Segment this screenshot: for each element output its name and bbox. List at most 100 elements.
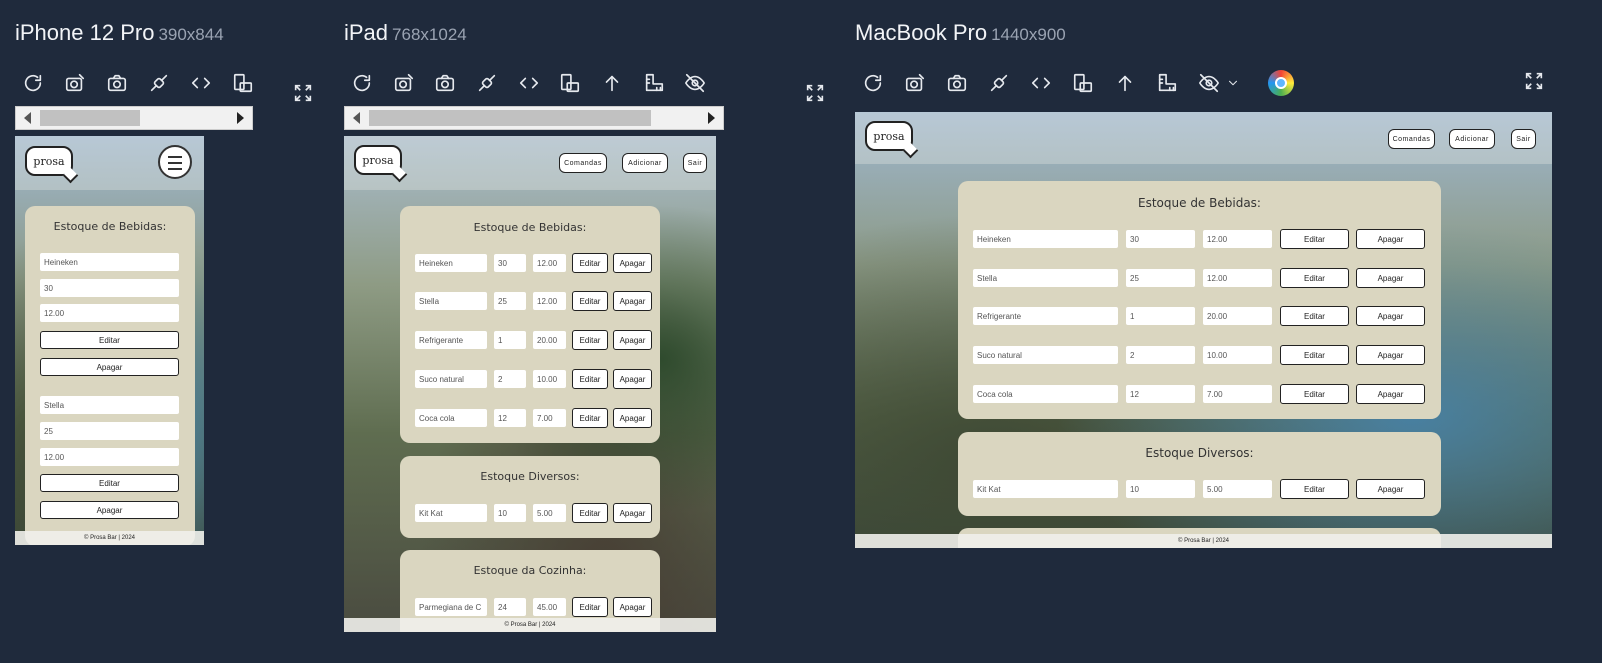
item-qty-field[interactable]: 1 (494, 331, 526, 349)
item-price-field[interactable]: 10.00 (533, 370, 566, 388)
item-name-field[interactable]: Heineken (415, 254, 487, 272)
item-qty-field[interactable]: 25 (40, 422, 179, 440)
chrome-icon[interactable] (1268, 70, 1294, 96)
edit-button[interactable]: Editar (1280, 306, 1349, 326)
screenshot-edit-icon[interactable] (62, 70, 88, 96)
refresh-icon[interactable] (349, 70, 375, 96)
code-icon[interactable] (516, 70, 542, 96)
edit-button[interactable]: Editar (572, 330, 608, 350)
eye-off-icon[interactable] (1196, 70, 1222, 96)
item-price-field[interactable]: 12.00 (1203, 269, 1272, 287)
delete-button[interactable]: Apagar (1356, 479, 1425, 499)
item-name-field[interactable]: Stella (415, 292, 487, 310)
delete-button[interactable]: Apagar (1356, 384, 1425, 404)
expand-icon[interactable] (292, 82, 316, 106)
item-name-field[interactable]: Heineken (973, 230, 1118, 248)
prosa-logo[interactable]: prosa (865, 121, 913, 151)
nav-adicionar-button[interactable]: Adicionar (622, 153, 668, 173)
item-price-field[interactable]: 5.00 (1203, 480, 1272, 498)
refresh-icon[interactable] (20, 70, 46, 96)
delete-button[interactable]: Apagar (40, 358, 179, 376)
item-qty-field[interactable]: 12 (1126, 385, 1195, 403)
edit-button[interactable]: Editar (572, 408, 608, 428)
item-name-field[interactable]: Stella (973, 269, 1118, 287)
code-icon[interactable] (188, 70, 214, 96)
edit-button[interactable]: Editar (1280, 229, 1349, 249)
refresh-icon[interactable] (860, 70, 886, 96)
item-price-field[interactable]: 12.00 (533, 254, 566, 272)
delete-button[interactable]: Apagar (1356, 306, 1425, 326)
item-name-field[interactable]: Stella (40, 396, 179, 414)
plug-icon[interactable] (146, 70, 172, 96)
ruler-icon[interactable] (641, 70, 667, 96)
edit-button[interactable]: Editar (40, 331, 179, 349)
scroll-left-icon[interactable] (24, 112, 31, 124)
item-name-field[interactable]: Suco natural (973, 346, 1118, 364)
scroll-right-icon[interactable] (708, 112, 715, 124)
delete-button[interactable]: Apagar (613, 408, 652, 428)
delete-button[interactable]: Apagar (1356, 268, 1425, 288)
item-qty-field[interactable]: 24 (494, 598, 526, 616)
rotate-device-icon[interactable] (557, 70, 583, 96)
upload-arrow-icon[interactable] (1112, 70, 1138, 96)
plug-icon[interactable] (986, 70, 1012, 96)
item-qty-field[interactable]: 25 (1126, 269, 1195, 287)
edit-button[interactable]: Editar (572, 291, 608, 311)
item-qty-field[interactable]: 2 (1126, 346, 1195, 364)
edit-button[interactable]: Editar (1280, 345, 1349, 365)
item-name-field[interactable]: Parmegiana de C (415, 598, 487, 616)
item-qty-field[interactable]: 1 (1126, 307, 1195, 325)
item-price-field[interactable]: 20.00 (1203, 307, 1272, 325)
item-qty-field[interactable]: 30 (494, 254, 526, 272)
scroll-right-icon[interactable] (237, 112, 244, 124)
nav-adicionar-button[interactable]: Adicionar (1449, 129, 1495, 149)
scroll-thumb[interactable] (40, 110, 140, 126)
delete-button[interactable]: Apagar (613, 503, 652, 523)
delete-button[interactable]: Apagar (1356, 229, 1425, 249)
eye-off-icon[interactable] (682, 70, 708, 96)
item-price-field[interactable]: 7.00 (1203, 385, 1272, 403)
prosa-logo[interactable]: prosa (354, 145, 402, 175)
delete-button[interactable]: Apagar (613, 597, 652, 617)
prosa-logo[interactable]: prosa (25, 146, 73, 176)
item-qty-field[interactable]: 12 (494, 409, 526, 427)
item-price-field[interactable]: 7.00 (533, 409, 566, 427)
edit-button[interactable]: Editar (1280, 384, 1349, 404)
code-icon[interactable] (1028, 70, 1054, 96)
delete-button[interactable]: Apagar (613, 291, 652, 311)
chevron-down-icon[interactable] (1226, 70, 1240, 96)
edit-button[interactable]: Editar (1280, 479, 1349, 499)
horizontal-scrollbar[interactable] (15, 106, 253, 130)
item-price-field[interactable]: 5.00 (533, 504, 566, 522)
nav-sair-button[interactable]: Sair (1511, 129, 1536, 149)
item-name-field[interactable]: Refrigerante (415, 331, 487, 349)
item-price-field[interactable]: 12.00 (40, 448, 179, 466)
item-name-field[interactable]: Coca cola (415, 409, 487, 427)
edit-button[interactable]: Editar (572, 503, 608, 523)
camera-icon[interactable] (104, 70, 130, 96)
item-name-field[interactable]: Coca cola (973, 385, 1118, 403)
nav-comandas-button[interactable]: Comandas (1388, 129, 1435, 149)
delete-button[interactable]: Apagar (1356, 345, 1425, 365)
upload-arrow-icon[interactable] (599, 70, 625, 96)
horizontal-scrollbar[interactable] (344, 106, 724, 130)
item-name-field[interactable]: Kit Kat (415, 504, 487, 522)
item-qty-field[interactable]: 10 (494, 504, 526, 522)
rotate-device-icon[interactable] (1070, 70, 1096, 96)
item-price-field[interactable]: 45.00 (533, 598, 566, 616)
delete-button[interactable]: Apagar (613, 253, 652, 273)
expand-icon[interactable] (1523, 70, 1547, 94)
camera-icon[interactable] (944, 70, 970, 96)
item-qty-field[interactable]: 10 (1126, 480, 1195, 498)
edit-button[interactable]: Editar (40, 474, 179, 492)
edit-button[interactable]: Editar (572, 253, 608, 273)
delete-button[interactable]: Apagar (40, 501, 179, 519)
scroll-left-icon[interactable] (353, 112, 360, 124)
nav-comandas-button[interactable]: Comandas (559, 153, 607, 173)
plug-icon[interactable] (474, 70, 500, 96)
item-price-field[interactable]: 12.00 (1203, 230, 1272, 248)
delete-button[interactable]: Apagar (613, 369, 652, 389)
rotate-device-icon[interactable] (230, 70, 256, 96)
edit-button[interactable]: Editar (572, 369, 608, 389)
scroll-thumb[interactable] (369, 110, 651, 126)
